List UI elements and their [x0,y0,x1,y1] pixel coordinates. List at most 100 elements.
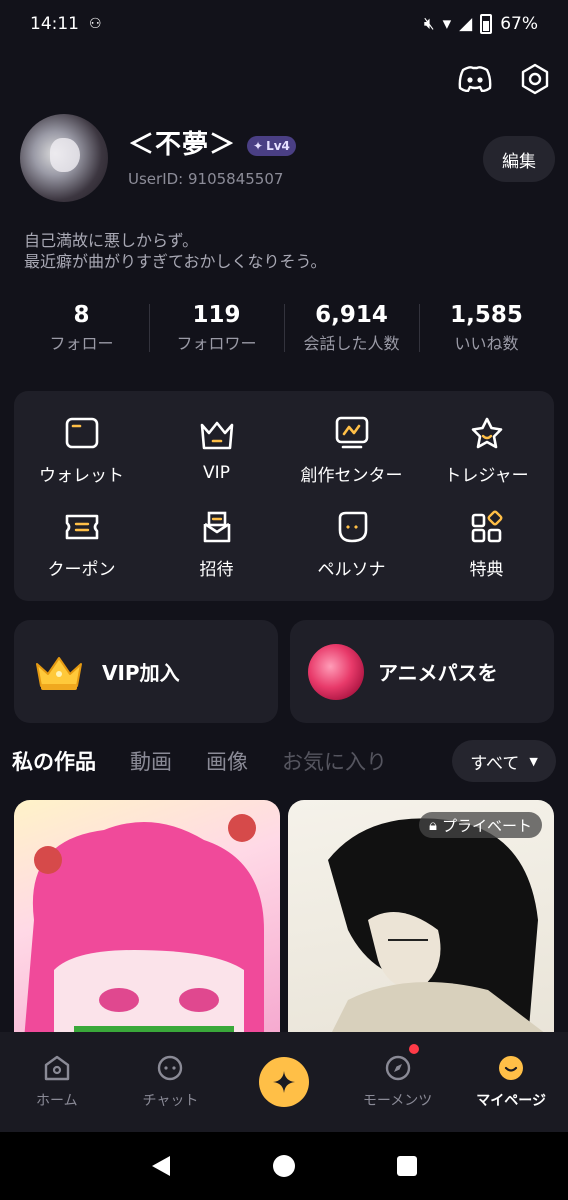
stat-followers[interactable]: 119 フォロワー [149,300,284,356]
stat-value: 6,914 [315,302,388,328]
menu-label: VIP [203,463,230,483]
discord-icon[interactable] [458,62,492,96]
tab-favorites[interactable]: お気に入り [282,746,387,776]
bio-line: 最近癖が曲がりすぎておかしくなりそう。 [24,252,327,271]
menu-item-vip[interactable]: VIP [149,403,284,497]
battery-icon [480,14,493,34]
tab-my-works[interactable]: 私の作品 [12,746,96,776]
nav-mypage[interactable]: マイページ [454,1032,568,1132]
home-button-icon[interactable] [272,1154,296,1178]
filter-dropdown[interactable]: すべて ▼ [452,740,556,782]
lock-icon: 🔒︎ [429,816,437,834]
nav-chat[interactable]: チャット [114,1032,228,1132]
username: ＜不夢＞ [128,130,237,160]
promo-label: VIP加入 [102,661,180,685]
menu-label: ペルソナ [317,559,386,580]
bio-line: 自己満故に悪しからず。 [24,231,199,250]
works-grid: 🔒︎ プライベート [14,800,554,1032]
menu-item-treasure[interactable]: トレジャー [419,403,554,497]
tab-images[interactable]: 画像 [206,746,248,776]
settings-icon[interactable] [518,62,552,96]
stat-label: いいね数 [454,334,519,353]
wifi-call-icon: ⚇ [89,16,102,32]
work-thumbnail [24,814,264,1032]
benefits-icon [469,509,505,545]
clock: 14:11 [30,14,79,34]
nav-label: チャット [142,1093,199,1109]
home-icon [44,1055,69,1081]
menu-item-invite[interactable]: 招待 [149,497,284,591]
nav-label: ホーム [36,1093,78,1109]
stat-following[interactable]: 8 フォロー [14,300,149,356]
menu-label: 招待 [199,559,234,580]
film-reel-icon [308,643,364,700]
work-card[interactable] [14,800,280,1032]
sparkle-icon [272,1071,295,1093]
coupon-icon [64,509,100,545]
mute-icon: 🔇︎ [423,14,435,34]
compass-icon [385,1055,410,1081]
menu-item-coupon[interactable]: クーポン [14,497,149,591]
menu-item-creator-center[interactable]: 創作センター [284,403,419,497]
status-bar: 14:11 ⚇ 🔇︎ ▾ ◢ 67% [0,0,568,48]
stat-label: フォロワー [176,334,257,353]
gold-crown-icon [36,656,82,690]
nav-moments[interactable]: モーメンツ [341,1032,455,1132]
promo-label: アニメパスを [378,661,498,685]
anime-pass-promo-card[interactable]: アニメパスを [290,620,554,723]
menu-label: 創作センター [300,465,403,486]
menu-item-wallet[interactable]: ウォレット [14,403,149,497]
top-actions [458,62,552,96]
menu-label: トレジャー [444,465,529,486]
stat-likes[interactable]: 1,585 いいね数 [419,300,554,356]
menu-label: 特典 [469,559,504,580]
mypage-icon [499,1056,524,1080]
profile-header: ＜不夢＞ ✦ Lv4 UserID: 9105845507 編集 [20,114,555,204]
crown-icon [199,417,235,453]
stat-label: フォロー [49,334,114,353]
tab-videos[interactable]: 動画 [130,746,172,776]
edit-profile-button[interactable]: 編集 [483,136,555,182]
notification-dot [408,1044,419,1054]
battery-level: 67% [500,14,538,34]
private-badge: 🔒︎ プライベート [419,812,542,838]
stats-row: 8 フォロー 119 フォロワー 6,914 会話した人数 1,585 いいね数 [14,300,554,356]
back-icon[interactable] [150,1154,172,1178]
chat-icon [158,1055,183,1081]
system-nav-bar [0,1132,568,1200]
menu-item-benefits[interactable]: 特典 [419,497,554,591]
stat-value: 8 [73,302,90,328]
nav-label: モーメンツ [362,1093,433,1109]
user-id: UserID: 9105845507 [128,170,284,188]
nav-create[interactable] [227,1032,341,1132]
level-text: Lv4 [266,139,290,153]
wallet-icon [64,415,100,451]
nav-label: マイページ [476,1093,547,1109]
caret-down-icon: ▼ [529,754,538,768]
recents-icon[interactable] [396,1155,418,1177]
avatar[interactable] [20,114,108,202]
vip-promo-card[interactable]: VIP加入 [14,620,278,723]
stat-value: 119 [192,302,241,328]
create-button[interactable] [258,1057,309,1107]
work-card[interactable]: 🔒︎ プライベート [288,800,554,1032]
private-label: プライベート [441,816,532,835]
nav-home[interactable]: ホーム [0,1032,114,1132]
menu-label: ウォレット [39,465,124,486]
wifi-icon: ▾ [442,14,452,34]
stat-conversations[interactable]: 6,914 会話した人数 [284,300,419,356]
menu-label: クーポン [47,559,116,580]
bio: 自己満故に悪しからず。 最近癖が曲がりすぎておかしくなりそう。 [24,230,327,272]
bottom-nav: ホーム チャット モーメンツ マイページ [0,1032,568,1132]
stat-value: 1,585 [450,302,523,328]
menu-grid: ウォレット VIP 創作センター トレジャー クーポン 招待 ペルソナ 特典 [14,391,554,601]
sparkle-icon: ✦ [253,139,264,153]
menu-item-persona[interactable]: ペルソナ [284,497,419,591]
creator-icon [334,415,370,451]
star-icon [469,415,505,451]
persona-icon [334,509,370,545]
signal-icon: ◢ [459,14,473,34]
level-badge: ✦ Lv4 [247,136,296,156]
filter-label: すべて [470,753,520,774]
invite-icon [199,509,235,545]
